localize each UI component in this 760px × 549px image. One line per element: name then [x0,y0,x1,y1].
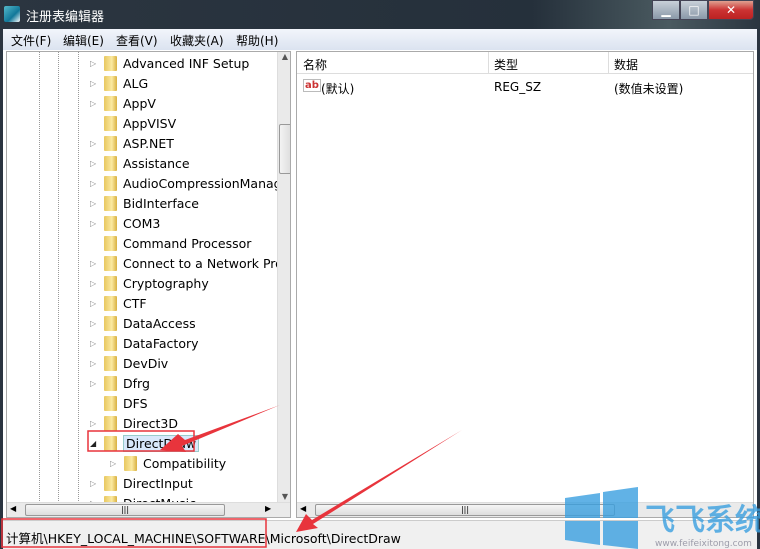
svg-text:飞飞系统: 飞飞系统 [645,503,760,538]
watermark-logo: 飞飞系统 www.feifeixitong.com [565,487,760,549]
arrow-to-directdraw [160,405,280,452]
svg-text:www.feifeixitong.com: www.feifeixitong.com [655,539,752,549]
highlight-box-path [1,518,267,548]
annotation-layer: 飞飞系统 www.feifeixitong.com [1,405,760,549]
arrow-to-path [296,430,462,532]
